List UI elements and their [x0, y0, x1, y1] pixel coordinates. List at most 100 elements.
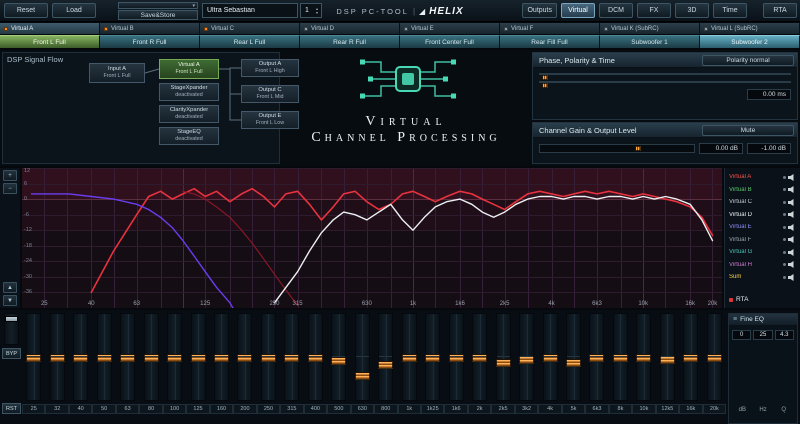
eq-band-slider-250[interactable] [261, 313, 276, 401]
eq-band-handle[interactable] [144, 354, 159, 362]
legend-item-virtual-d[interactable]: Virtual D [729, 209, 796, 222]
speaker-icon[interactable] [788, 249, 796, 256]
topbar-button-outputs[interactable]: Outputs [522, 3, 557, 18]
eq-band-handle[interactable] [261, 354, 276, 362]
channel-button-subwoofer-2[interactable]: Subwoofer 2 [700, 35, 800, 48]
preset-dropdown[interactable]: ▾ [118, 2, 198, 9]
eq-band-handle[interactable] [284, 354, 299, 362]
eq-band-slider-4k[interactable] [543, 313, 558, 401]
eq-band-slider-40[interactable] [73, 313, 88, 401]
eq-band-handle[interactable] [496, 359, 511, 367]
reset-eq-button[interactable]: RST [2, 403, 21, 414]
eq-band-slider-800[interactable] [378, 313, 393, 401]
eq-band-slider-400[interactable] [308, 313, 323, 401]
preset-number-stepper[interactable]: 1 ▴▾ [300, 3, 322, 18]
gain-slider[interactable] [539, 144, 695, 153]
eq-band-slider-80[interactable] [144, 313, 159, 401]
legend-item-virtual-h[interactable]: Virtual H [729, 259, 796, 272]
speaker-icon[interactable] [788, 199, 796, 206]
phase-slider[interactable] [539, 73, 791, 75]
eq-band-slider-500[interactable] [331, 313, 346, 401]
scroll-down-button[interactable]: ▼ [3, 295, 17, 306]
virtual-tab-virtual-k-subrc[interactable]: Virtual K (SubRC) [600, 23, 700, 34]
channel-button-rear-r-full[interactable]: Rear R Full [300, 35, 400, 48]
master-fader[interactable] [4, 313, 19, 345]
eq-band-slider-5k[interactable] [566, 313, 581, 401]
eq-band-handle[interactable] [402, 354, 417, 362]
rta-indicator[interactable]: RTA [729, 294, 796, 305]
eq-band-handle[interactable] [543, 354, 558, 362]
speaker-icon[interactable] [788, 236, 796, 243]
load-button[interactable]: Load [52, 3, 96, 18]
channel-button-front-l-full[interactable]: Front L Full [0, 35, 100, 48]
virtual-tab-virtual-l-subrc[interactable]: Virtual L (SubRC) [700, 23, 800, 34]
eq-band-handle[interactable] [331, 357, 346, 365]
eq-band-slider-6k3[interactable] [589, 313, 604, 401]
channel-button-rear-fill-full[interactable]: Rear Fill Full [500, 35, 600, 48]
delay-slider[interactable] [539, 81, 791, 83]
fine-eq-q-field[interactable]: 4.3 [775, 330, 794, 340]
eq-band-slider-32[interactable] [50, 313, 65, 401]
eq-band-handle[interactable] [50, 354, 65, 362]
legend-item-virtual-e[interactable]: Virtual E [729, 221, 796, 234]
eq-band-handle[interactable] [191, 354, 206, 362]
eq-band-handle[interactable] [378, 361, 393, 369]
eq-band-slider-160[interactable] [214, 313, 229, 401]
virtual-tab-virtual-a[interactable]: Virtual A [0, 23, 100, 34]
speaker-icon[interactable] [788, 211, 796, 218]
legend-item-virtual-g[interactable]: Virtual G [729, 246, 796, 259]
zoom-out-button[interactable]: − [3, 183, 17, 194]
speaker-icon[interactable] [788, 224, 796, 231]
eq-band-handle[interactable] [636, 354, 651, 362]
flow-node-stagexpander[interactable]: StageXpanderdeactivated [159, 83, 219, 101]
eq-band-slider-10k[interactable] [636, 313, 651, 401]
eq-band-slider-100[interactable] [167, 313, 182, 401]
frequency-response-plot[interactable]: 1260-6-12-18-24-30-36 254063125250315630… [22, 168, 722, 308]
gain-slider-handle[interactable] [635, 146, 641, 151]
eq-band-slider-63[interactable] [120, 313, 135, 401]
legend-item-virtual-b[interactable]: Virtual B [729, 184, 796, 197]
channel-button-front-center-full[interactable]: Front Center Full [400, 35, 500, 48]
eq-band-slider-8k[interactable] [613, 313, 628, 401]
phase-slider-handle[interactable] [542, 75, 548, 80]
virtual-tab-virtual-f[interactable]: Virtual F [500, 23, 600, 34]
eq-band-handle[interactable] [167, 354, 182, 362]
eq-band-handle[interactable] [566, 359, 581, 367]
eq-band-handle[interactable] [519, 356, 534, 364]
eq-band-slider-630[interactable] [355, 313, 370, 401]
mute-button[interactable]: Mute [702, 125, 794, 136]
eq-band-slider-2k[interactable] [472, 313, 487, 401]
flow-node-clarityxpander[interactable]: ClarityXpanderdeactivated [159, 105, 219, 123]
eq-band-handle[interactable] [120, 354, 135, 362]
eq-band-handle[interactable] [589, 354, 604, 362]
legend-item-virtual-a[interactable]: Virtual A [729, 171, 796, 184]
eq-band-slider-25[interactable] [26, 313, 41, 401]
eq-band-handle[interactable] [449, 354, 464, 362]
stepper-arrows-icon[interactable]: ▴▾ [313, 7, 321, 15]
eq-band-handle[interactable] [707, 354, 722, 362]
eq-band-slider-2k5[interactable] [496, 313, 511, 401]
eq-band-handle[interactable] [308, 354, 323, 362]
eq-band-handle[interactable] [237, 354, 252, 362]
speaker-icon[interactable] [788, 174, 796, 181]
fine-eq-freq-field[interactable]: 25 [753, 330, 772, 340]
eq-band-handle[interactable] [73, 354, 88, 362]
fine-eq-gain-field[interactable]: 0 [732, 330, 751, 340]
eq-band-handle[interactable] [613, 354, 628, 362]
eq-band-handle[interactable] [425, 354, 440, 362]
speaker-icon[interactable] [788, 274, 796, 281]
zoom-in-button[interactable]: + [3, 170, 17, 181]
polarity-button[interactable]: Polarity normal [702, 55, 794, 66]
delay-slider-handle[interactable] [542, 83, 548, 88]
topbar-button-virtual[interactable]: Virtual [561, 3, 595, 18]
speaker-icon[interactable] [788, 186, 796, 193]
flow-node-virtual-a[interactable]: Virtual AFront L Full [159, 59, 219, 79]
virtual-tab-virtual-b[interactable]: Virtual B [100, 23, 200, 34]
eq-band-handle[interactable] [26, 354, 41, 362]
eq-band-slider-315[interactable] [284, 313, 299, 401]
channel-button-front-r-full[interactable]: Front R Full [100, 35, 200, 48]
topbar-button-dcm[interactable]: DCM [599, 3, 633, 18]
eq-band-slider-3k2[interactable] [519, 313, 534, 401]
eq-band-handle[interactable] [660, 356, 675, 364]
eq-band-slider-16k[interactable] [683, 313, 698, 401]
